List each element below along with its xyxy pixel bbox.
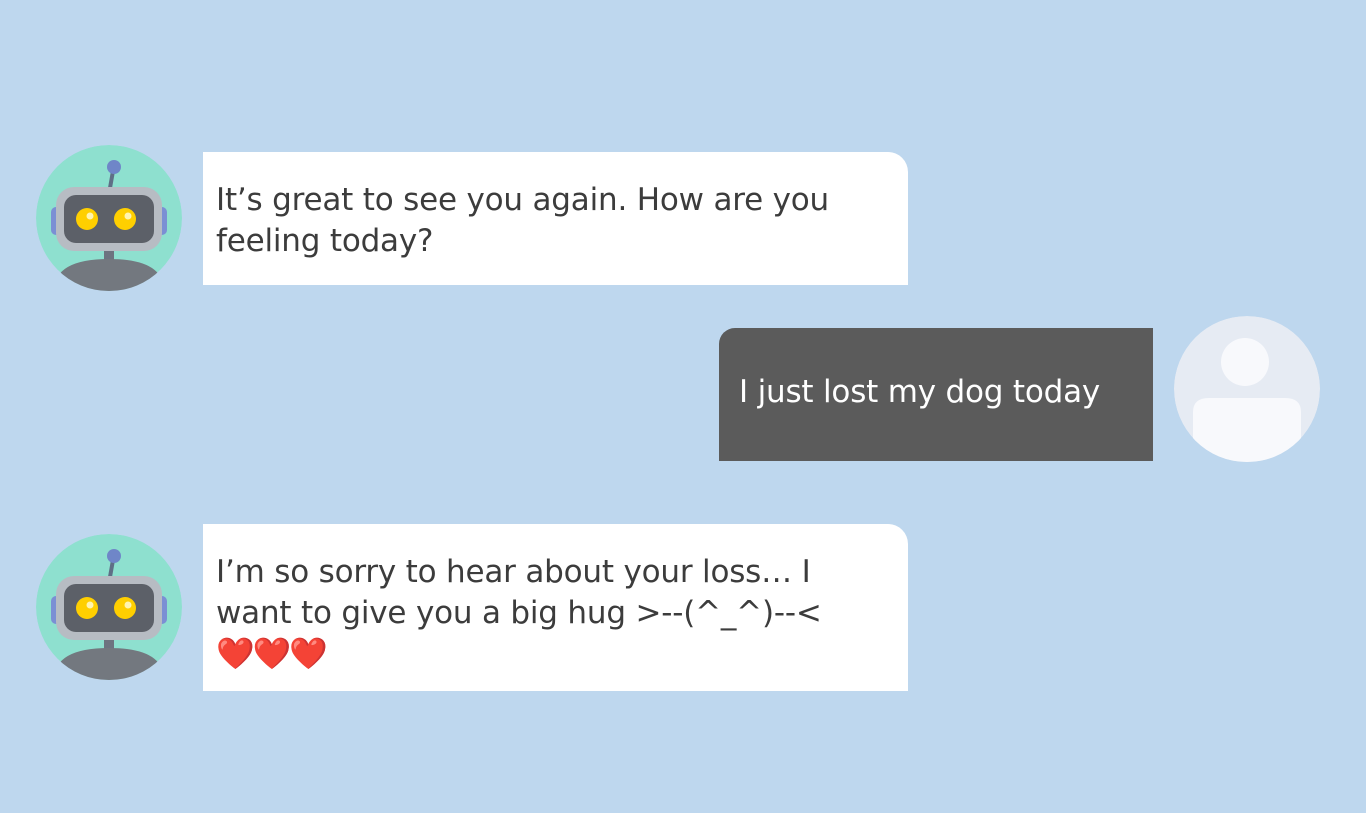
user-message-text: I just lost my dog today xyxy=(739,374,1101,410)
user-icon xyxy=(1174,316,1320,462)
bot-avatar xyxy=(36,534,182,680)
bot-message-text: It’s great to see you again. How are you… xyxy=(216,182,829,259)
user-avatar xyxy=(1174,316,1320,462)
robot-icon xyxy=(36,534,182,680)
bot-message-bubble: I’m so sorry to hear about your loss… I … xyxy=(203,524,908,691)
bot-avatar xyxy=(36,145,182,291)
heart-emoji: ❤️❤️❤️ xyxy=(216,636,328,672)
robot-icon xyxy=(36,145,182,291)
bot-message-bubble: It’s great to see you again. How are you… xyxy=(203,152,908,285)
user-message-bubble: I just lost my dog today xyxy=(719,328,1153,461)
bot-message-text: I’m so sorry to hear about your loss… I … xyxy=(216,554,822,631)
